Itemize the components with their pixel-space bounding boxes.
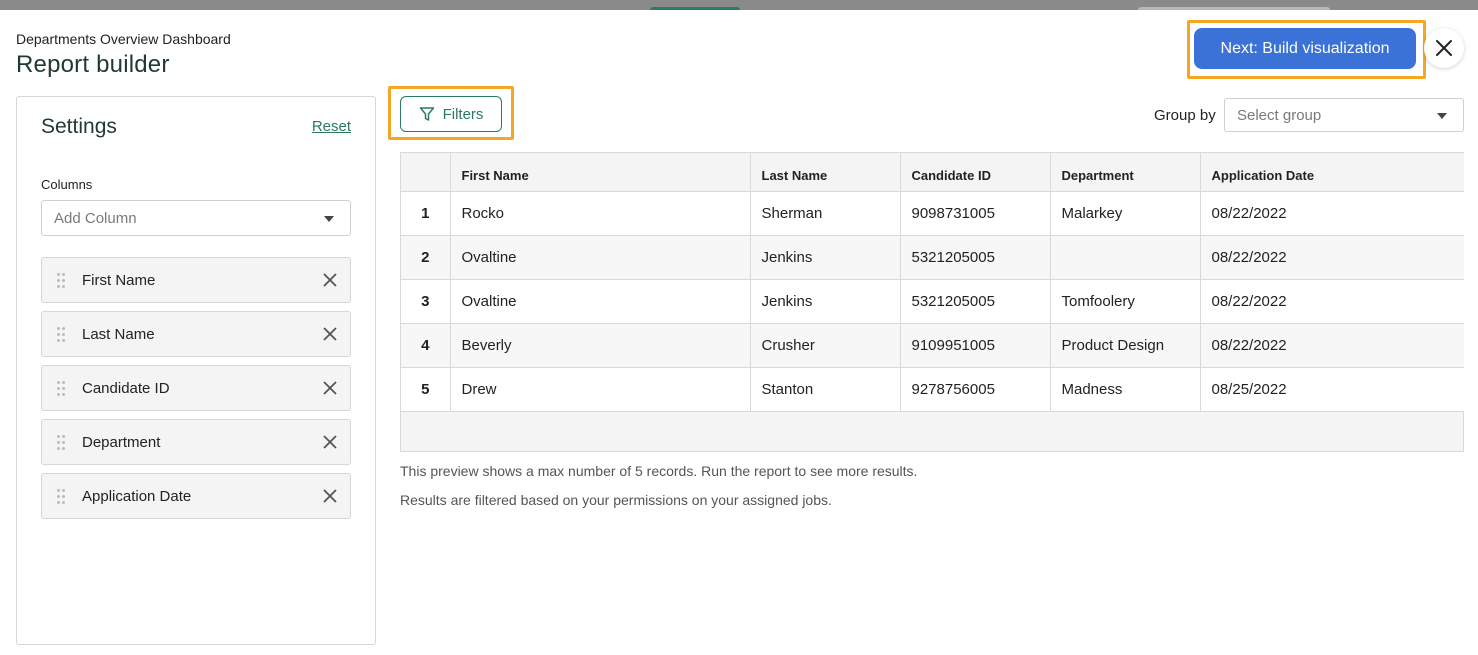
filters-button[interactable]: Filters [400, 96, 502, 132]
table-cell: Madness [1050, 367, 1201, 412]
close-icon [1436, 40, 1452, 56]
columns-label: Columns [41, 177, 93, 192]
table-cell: Crusher [750, 323, 901, 368]
column-header: Last Name [750, 153, 901, 192]
table-row: 2 Ovaltine Jenkins 5321205005 08/22/2022 [401, 235, 1464, 280]
column-header: Department [1050, 153, 1201, 192]
column-item[interactable]: First Name [41, 257, 351, 303]
remove-icon[interactable] [322, 488, 338, 504]
table-cell: Malarkey [1050, 191, 1201, 236]
table-cell: 5321205005 [900, 235, 1051, 280]
group-by-placeholder: Select group [1237, 106, 1322, 124]
table-cell [1050, 235, 1201, 280]
table-cell: 9109951005 [900, 323, 1051, 368]
row-number: 2 [401, 235, 451, 280]
add-column-dropdown[interactable]: Add Column [41, 200, 351, 236]
table-cell: Ovaltine [450, 235, 751, 280]
table-row: 3 Ovaltine Jenkins 5321205005 Tomfoolery… [401, 279, 1464, 324]
drag-handle-icon[interactable] [57, 327, 65, 343]
table-cell: 9098731005 [900, 191, 1051, 236]
drag-handle-icon[interactable] [57, 381, 65, 397]
table-cell: 08/22/2022 [1200, 191, 1464, 236]
dashboard-name: Departments Overview Dashboard [16, 31, 231, 47]
column-item[interactable]: Application Date [41, 473, 351, 519]
column-header: Application Date [1200, 153, 1464, 192]
column-item[interactable]: Candidate ID [41, 365, 351, 411]
row-number: 3 [401, 279, 451, 324]
table-row: 4 Beverly Crusher 9109951005 Product Des… [401, 323, 1464, 368]
table-cell: Beverly [450, 323, 751, 368]
group-by-select[interactable]: Select group [1224, 98, 1464, 132]
close-button[interactable] [1424, 28, 1464, 68]
table-cell: 08/22/2022 [1200, 235, 1464, 280]
table-row: 5 Drew Stanton 9278756005 Madness 08/25/… [401, 367, 1464, 412]
permissions-note: Results are filtered based on your permi… [400, 492, 832, 508]
column-header: First Name [450, 153, 751, 192]
column-item-label: First Name [82, 271, 156, 289]
table-cell: Sherman [750, 191, 901, 236]
filter-icon [419, 107, 434, 121]
table-cell: Jenkins [750, 279, 901, 324]
remove-icon[interactable] [322, 434, 338, 450]
preview-note: This preview shows a max number of 5 rec… [400, 463, 918, 479]
column-item-label: Candidate ID [82, 379, 170, 397]
row-number: 1 [401, 191, 451, 236]
drag-handle-icon[interactable] [57, 273, 65, 289]
table-cell: Rocko [450, 191, 751, 236]
table-cell: Ovaltine [450, 279, 751, 324]
table-cell: 08/22/2022 [1200, 279, 1464, 324]
table-cell: Stanton [750, 367, 901, 412]
table-header-row: First Name Last Name Candidate ID Depart… [401, 153, 1464, 192]
column-header [401, 153, 451, 192]
column-item[interactable]: Last Name [41, 311, 351, 357]
table-cell: 08/25/2022 [1200, 367, 1464, 412]
drag-handle-icon[interactable] [57, 489, 65, 505]
background-app-strip [0, 0, 1478, 10]
reset-link[interactable]: Reset [312, 118, 351, 135]
table-cell: Tomfoolery [1050, 279, 1201, 324]
preview-table: First Name Last Name Candidate ID Depart… [400, 152, 1464, 452]
row-number: 4 [401, 323, 451, 368]
table-cell: 08/22/2022 [1200, 323, 1464, 368]
table-cell: Drew [450, 367, 751, 412]
column-item-label: Application Date [82, 487, 192, 505]
drag-handle-icon[interactable] [57, 435, 65, 451]
filters-label: Filters [442, 105, 484, 123]
column-item[interactable]: Department [41, 419, 351, 465]
add-column-placeholder: Add Column [54, 209, 137, 227]
chevron-down-icon [324, 216, 334, 222]
chevron-down-icon [1437, 113, 1447, 119]
column-item-label: Last Name [82, 325, 155, 343]
remove-icon[interactable] [322, 272, 338, 288]
settings-title: Settings [41, 115, 117, 138]
column-item-label: Department [82, 433, 161, 451]
background-tab [1138, 7, 1330, 10]
remove-icon[interactable] [322, 380, 338, 396]
row-number: 5 [401, 367, 451, 412]
page-title: Report builder [16, 51, 170, 78]
table-row: 1 Rocko Sherman 9098731005 Malarkey 08/2… [401, 191, 1464, 236]
group-by-label: Group by [1154, 107, 1216, 124]
table-cell: Product Design [1050, 323, 1201, 368]
background-tab [650, 7, 740, 10]
table-cell: 5321205005 [900, 279, 1051, 324]
column-header: Candidate ID [900, 153, 1051, 192]
table-cell: 9278756005 [900, 367, 1051, 412]
table-cell: Jenkins [750, 235, 901, 280]
remove-icon[interactable] [322, 326, 338, 342]
next-build-visualization-button[interactable]: Next: Build visualization [1194, 28, 1416, 69]
